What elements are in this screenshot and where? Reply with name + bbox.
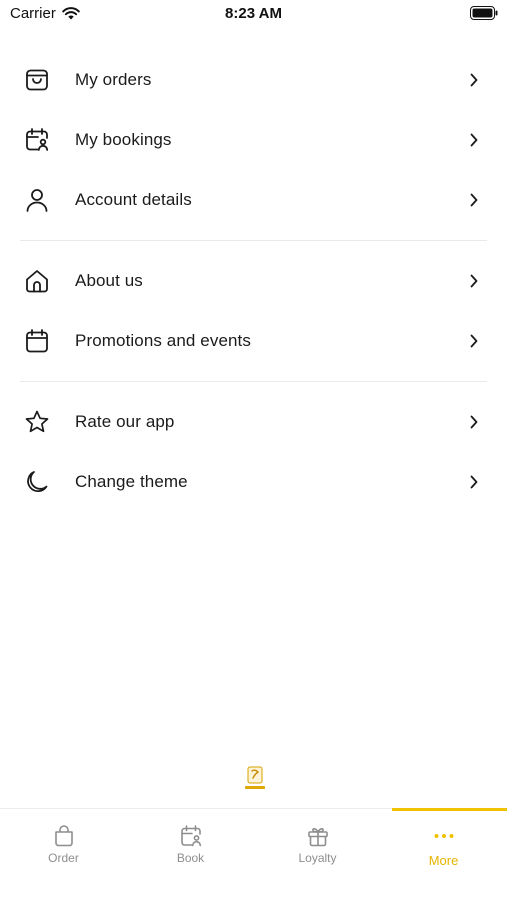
brand-logo <box>245 766 265 789</box>
calendar-user-icon <box>26 128 49 151</box>
menu-label: Promotions and events <box>75 331 251 350</box>
gift-icon <box>307 828 328 847</box>
menu-item-my-bookings[interactable]: My bookings <box>0 110 507 170</box>
active-tab-indicator <box>392 808 507 811</box>
menu-label: About us <box>75 271 143 290</box>
moon-icon <box>27 471 48 493</box>
menu-label: Account details <box>75 190 192 209</box>
person-icon <box>26 189 48 212</box>
menu-item-account-details[interactable]: Account details <box>0 170 507 230</box>
chevron-right-icon <box>470 73 478 87</box>
battery-icon <box>470 6 498 20</box>
bag-icon <box>54 825 73 847</box>
tab-more[interactable]: More <box>380 809 507 900</box>
calendar-icon <box>26 329 48 353</box>
more-menu: My orders My bookings Account details Ab… <box>0 50 507 512</box>
chevron-right-icon <box>470 415 478 429</box>
chevron-right-icon <box>470 334 478 348</box>
menu-label: Change theme <box>75 472 188 491</box>
tab-order[interactable]: Order <box>0 809 127 900</box>
menu-item-my-orders[interactable]: My orders <box>0 50 507 110</box>
status-time: 8:23 AM <box>225 5 282 22</box>
tab-loyalty[interactable]: Loyalty <box>254 809 381 900</box>
home-icon <box>26 270 48 293</box>
star-icon <box>25 410 49 433</box>
more-dots-icon <box>434 834 453 838</box>
chevron-right-icon <box>470 475 478 489</box>
tab-book[interactable]: Book <box>127 809 254 900</box>
calendar-user-icon <box>180 825 201 847</box>
tab-label: Loyalty <box>298 851 337 865</box>
menu-label: My bookings <box>75 130 172 149</box>
chevron-right-icon <box>470 193 478 207</box>
menu-item-rate-our-app[interactable]: Rate our app <box>0 392 507 452</box>
bottom-tab-bar: Order Book Loyalty More <box>0 808 507 900</box>
menu-item-change-theme[interactable]: Change theme <box>0 452 507 512</box>
menu-label: Rate our app <box>75 412 175 431</box>
chevron-right-icon <box>470 274 478 288</box>
status-bar: Carrier 8:23 AM <box>0 0 507 28</box>
menu-item-promotions-and-events[interactable]: Promotions and events <box>0 311 507 371</box>
menu-label: My orders <box>75 70 152 89</box>
tab-label: More <box>428 853 459 868</box>
tab-label: Book <box>176 851 205 865</box>
menu-item-about-us[interactable]: About us <box>0 251 507 311</box>
tab-label: Order <box>48 851 79 865</box>
chevron-right-icon <box>470 133 478 147</box>
shopping-bag-icon <box>26 69 48 91</box>
